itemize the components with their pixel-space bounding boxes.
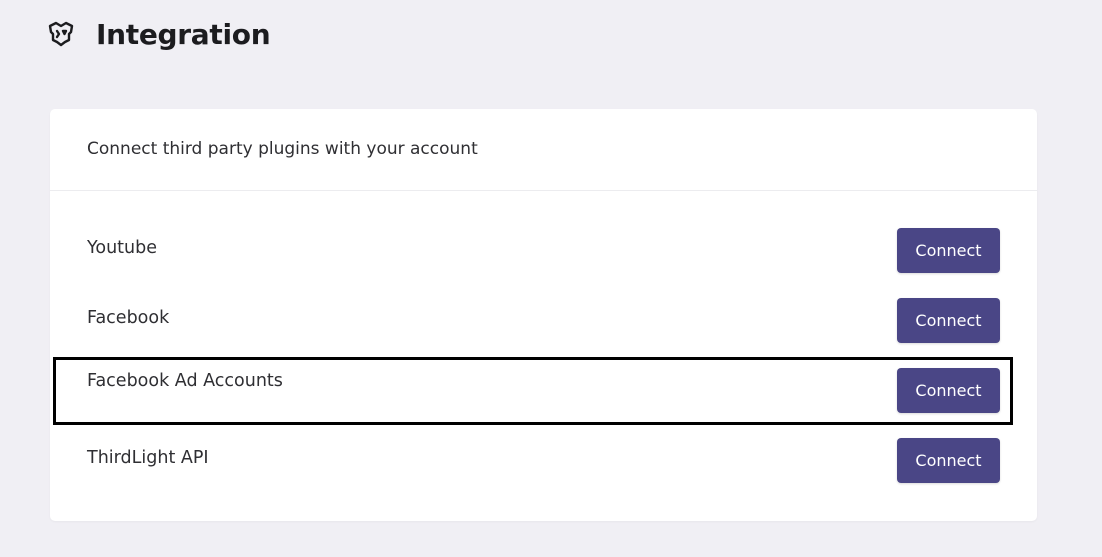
card-header: Connect third party plugins with your ac… [50, 109, 1037, 191]
integration-row-thirdlight-api: ThirdLight API Connect [50, 438, 1037, 483]
page-title: Integration [96, 17, 271, 51]
page-header: Integration [46, 14, 271, 54]
connect-facebook-ad-accounts-button[interactable]: Connect [897, 368, 1000, 413]
integration-row-facebook-ad-accounts: Facebook Ad Accounts Connect [50, 368, 1037, 413]
integration-name: Facebook [87, 308, 170, 328]
integration-card: Connect third party plugins with your ac… [50, 109, 1037, 521]
integration-name: ThirdLight API [87, 448, 209, 468]
connect-youtube-button[interactable]: Connect [897, 228, 1000, 273]
card-subtitle: Connect third party plugins with your ac… [87, 138, 478, 159]
integration-row-facebook: Facebook Connect [50, 298, 1037, 343]
integration-name: Youtube [87, 238, 157, 258]
integration-icon [46, 19, 76, 49]
integration-name: Facebook Ad Accounts [87, 371, 283, 391]
connect-facebook-button[interactable]: Connect [897, 298, 1000, 343]
connect-thirdlight-api-button[interactable]: Connect [897, 438, 1000, 483]
integration-row-youtube: Youtube Connect [50, 228, 1037, 273]
